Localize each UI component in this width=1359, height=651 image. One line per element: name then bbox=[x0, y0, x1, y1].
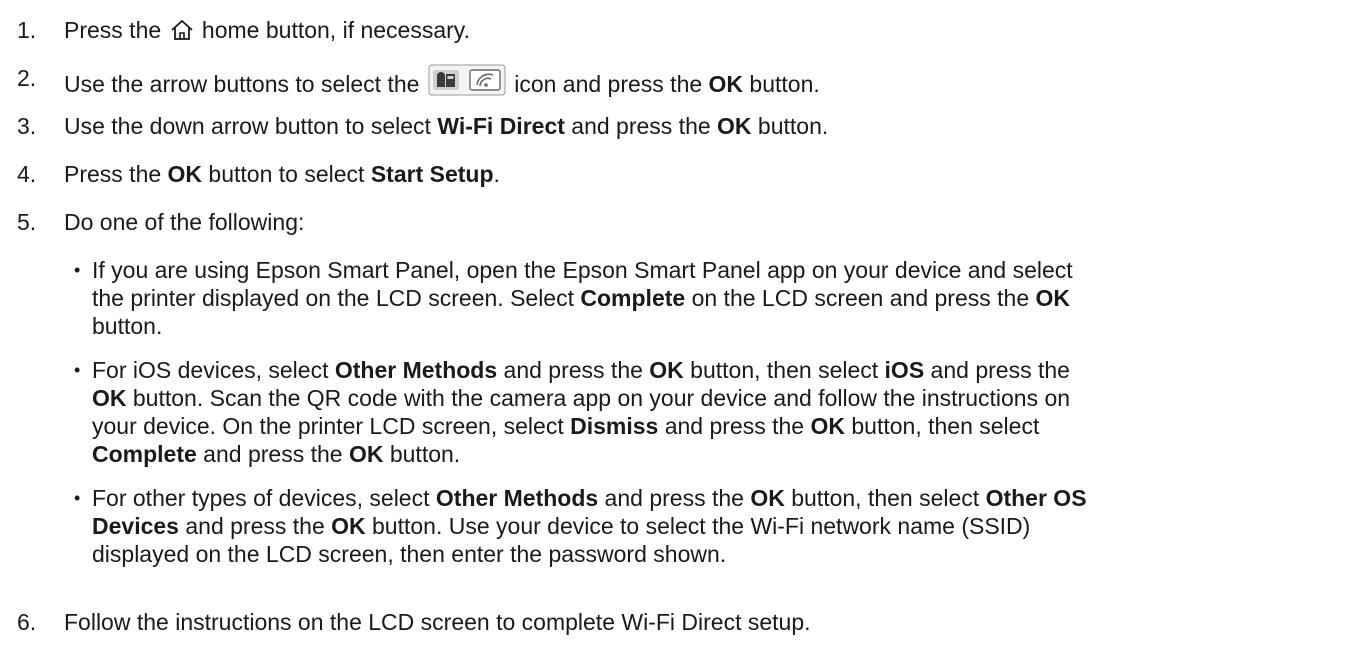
step-text: Use the arrow buttons to select the icon… bbox=[64, 64, 820, 98]
step-number: 6. bbox=[17, 609, 37, 635]
step-text: Follow the instructions on the LCD scree… bbox=[64, 609, 811, 635]
substep-line: displayed on the LCD screen, then enter … bbox=[92, 541, 727, 567]
step-number: 5. bbox=[17, 209, 37, 235]
substep-line: button. bbox=[92, 313, 163, 339]
step-text: Press the home button, if necessary. bbox=[64, 17, 470, 43]
bullet: • bbox=[74, 260, 81, 280]
substep-line: For iOS devices, select Other Methods an… bbox=[92, 357, 1070, 383]
step-text: Press the OK button to select Start Setu… bbox=[64, 161, 500, 187]
substep-line: the printer displayed on the LCD screen.… bbox=[92, 285, 1070, 311]
home-icon bbox=[170, 18, 194, 42]
substep-text: For other types of devices, select Other… bbox=[92, 484, 1342, 568]
step-number: 4. bbox=[17, 161, 37, 187]
network-icon bbox=[428, 64, 506, 96]
substep-line: For other types of devices, select Other… bbox=[92, 485, 1087, 511]
substep-line: If you are using Epson Smart Panel, open… bbox=[92, 257, 1073, 283]
step-number: 3. bbox=[17, 113, 37, 139]
substep-text: If you are using Epson Smart Panel, open… bbox=[92, 256, 1342, 340]
step-number: 1. bbox=[17, 17, 37, 43]
step-text: Use the down arrow button to select Wi-F… bbox=[64, 113, 829, 139]
step-text: Do one of the following: bbox=[64, 209, 305, 235]
bullet: • bbox=[74, 488, 81, 508]
substep-line: Devices and press the OK button. Use you… bbox=[92, 513, 1031, 539]
bullet: • bbox=[74, 360, 81, 380]
substep-line: your device. On the printer LCD screen, … bbox=[92, 413, 1040, 439]
substep-line: Complete and press the OK button. bbox=[92, 441, 461, 467]
substep-line: OK button. Scan the QR code with the cam… bbox=[92, 385, 1071, 411]
substep-text: For iOS devices, select Other Methods an… bbox=[92, 356, 1342, 468]
step-number: 2. bbox=[17, 65, 37, 91]
